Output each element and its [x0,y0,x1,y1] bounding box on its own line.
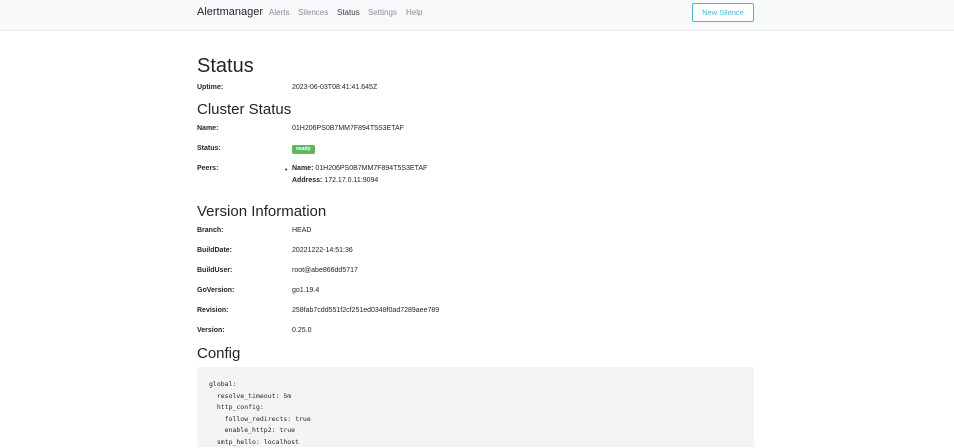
nav-silences[interactable]: Silences [298,8,328,17]
version-row-value: 258fab7cdd551f2cf251ed0348f0ad7289aee789 [292,307,440,314]
peer-bullet: • [285,167,288,174]
peers-label: Peers: [197,165,219,172]
cluster-name-value: 01H206PS0B7MM7F894T5S3ETAF [292,125,404,132]
version-row-value: HEAD [292,227,312,234]
brand-link[interactable]: Alertmanager [197,6,263,18]
version-row-label: GoVersion: [197,287,235,294]
nav-settings[interactable]: Settings [368,8,397,17]
nav-alerts[interactable]: Alerts [269,8,289,17]
version-row-label: Revision: [197,307,229,314]
nav-status[interactable]: Status [337,8,360,17]
page-title: Status [197,55,254,77]
navbar: Alertmanager Alerts Silences Status Sett… [0,0,954,31]
peer-name: Name: 01H206PS0B7MM7F894T5S3ETAF [292,165,427,172]
peer-address-value: 172.17.0.11:9094 [324,177,379,184]
version-row-label: BuildDate: [197,247,232,254]
cluster-status-label: Status: [197,145,221,152]
config-title: Config [197,345,241,362]
peer-address-label: Address: [292,177,323,184]
peer-name-label: Name: [292,165,314,172]
status-badge: ready [292,145,315,154]
cluster-name-label: Name: [197,125,219,132]
config-block: global: resolve_timeout: 5m http_config:… [197,367,754,447]
version-row-value: 0.25.0 [292,327,312,334]
new-silence-button[interactable]: New Silence [692,3,754,22]
cluster-status-title: Cluster Status [197,101,292,118]
version-row-value: 20221222-14:51:36 [292,247,353,254]
version-row-label: Branch: [197,227,224,234]
uptime-label: Uptime: [197,84,224,91]
uptime-value: 2023-06-03T08:41:41.645Z [292,84,378,91]
version-info-title: Version Information [197,203,327,220]
version-row-label: BuildUser: [197,267,233,274]
peer-address: Address: 172.17.0.11:9094 [292,177,378,184]
version-row-label: Version: [197,327,225,334]
nav-help[interactable]: Help [406,8,422,17]
peer-name-value: 01H206PS0B7MM7F894T5S3ETAF [315,165,428,172]
version-row-value: go1.19.4 [292,287,320,294]
config-text: global: resolve_timeout: 5m http_config:… [209,380,311,446]
version-row-value: root@abe866dd5717 [292,267,358,274]
